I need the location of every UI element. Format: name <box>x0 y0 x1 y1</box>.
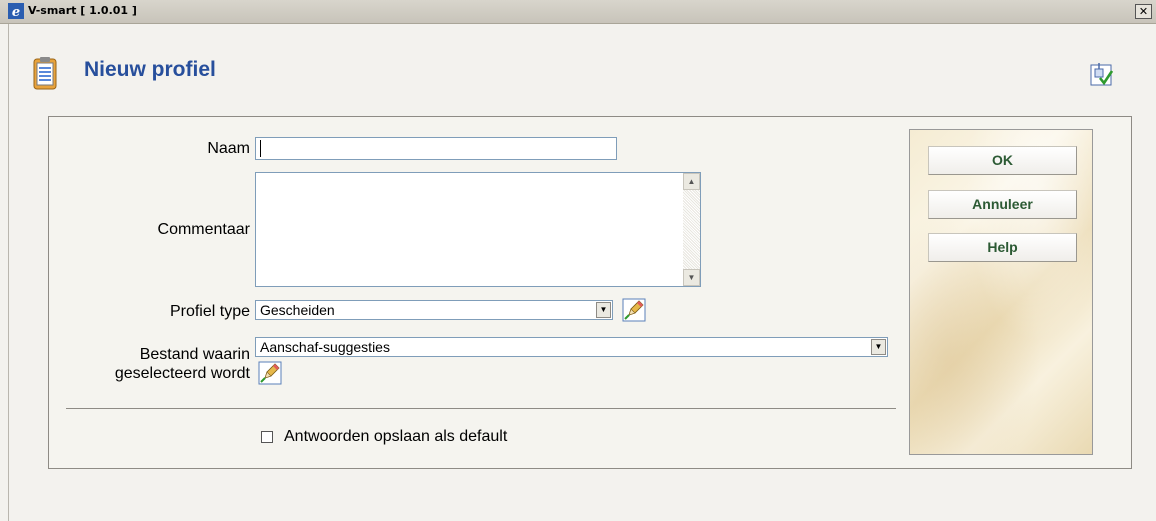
window-frame-line <box>8 24 9 521</box>
pencil-icon[interactable] <box>622 298 646 322</box>
svg-text:e: e <box>12 5 20 19</box>
ok-button[interactable]: OK <box>928 146 1077 175</box>
naam-label: Naam <box>207 140 250 157</box>
ie-icon: e <box>8 3 24 20</box>
chevron-down-icon[interactable]: ▼ <box>871 339 886 355</box>
scroll-down-button[interactable]: ▼ <box>683 269 700 286</box>
bestand-label-line1: Bestand waarin <box>139 346 250 363</box>
scroll-up-button[interactable]: ▲ <box>683 173 700 190</box>
commentaar-textarea[interactable]: ▲ ▼ <box>255 172 701 287</box>
window-title: V-smart [ 1.0.01 ] <box>28 4 137 17</box>
profiel-type-select[interactable]: Gescheiden ▼ <box>255 300 613 320</box>
clipboard-icon <box>33 56 57 90</box>
button-panel <box>909 129 1093 455</box>
chevron-down-icon[interactable]: ▼ <box>596 302 611 318</box>
profiel-type-value: Gescheiden <box>260 302 335 318</box>
profiel-type-label: Profiel type <box>169 303 250 320</box>
default-checkbox-label: Antwoorden opslaan als default <box>284 428 508 445</box>
help-button[interactable]: Help <box>928 233 1077 262</box>
pencil-icon[interactable] <box>258 361 282 385</box>
commentaar-scrollbar[interactable]: ▲ ▼ <box>683 173 700 286</box>
bestand-label-line2: geselecteerd wordt <box>114 365 250 382</box>
bestand-select[interactable]: Aanschaf-suggesties ▼ <box>255 337 888 357</box>
naam-input[interactable] <box>255 137 617 160</box>
window-close-button[interactable]: ✕ <box>1135 4 1152 19</box>
default-checkbox[interactable] <box>261 431 273 443</box>
text-caret <box>260 140 261 157</box>
form-divider <box>66 408 896 409</box>
page-title: Nieuw profiel <box>84 58 216 81</box>
checkmark-form-icon[interactable] <box>1089 63 1114 87</box>
bestand-value: Aanschaf-suggesties <box>260 339 390 355</box>
cancel-button[interactable]: Annuleer <box>928 190 1077 219</box>
window-titlebar: e V-smart [ 1.0.01 ] ✕ <box>0 0 1156 24</box>
commentaar-label: Commentaar <box>157 221 250 238</box>
